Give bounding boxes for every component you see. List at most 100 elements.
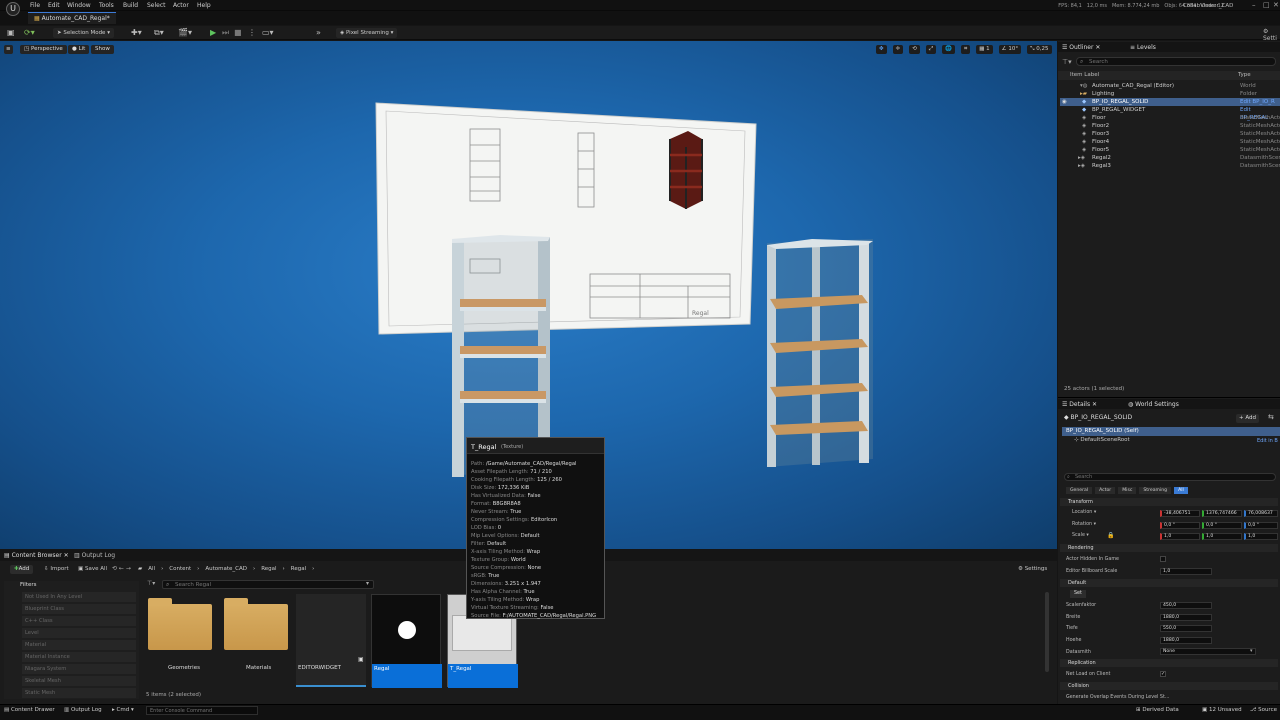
menu-help[interactable]: Help — [197, 2, 211, 9]
scale-tool-icon[interactable]: ⤢ — [925, 45, 937, 54]
filter-cpp-class[interactable]: C++ Class — [22, 616, 136, 626]
outliner-row-regal2[interactable]: ▸◈ Regal2 DatasmithScen — [1060, 154, 1280, 162]
details-tab[interactable]: ☰ Details ✕ — [1062, 401, 1097, 408]
selection-mode-dropdown[interactable]: ➤ Selection Mode ▾ — [53, 28, 114, 38]
pixel-streaming-dropdown[interactable]: ◈ Pixel Streaming ▾ — [336, 28, 398, 38]
filter-tab-general[interactable]: General — [1066, 487, 1093, 494]
outliner-row-floor3[interactable]: ◈ Floor3 StaticMeshActo — [1060, 130, 1280, 138]
cb-import-button[interactable]: ⇩ Import — [44, 566, 69, 572]
move-tool-icon[interactable]: ✛ — [892, 45, 904, 54]
surface-snap-icon[interactable]: ⌗ — [961, 45, 971, 54]
blueprint-icon[interactable]: ⧉▾ — [154, 28, 164, 38]
filter-tab-misc[interactable]: Misc — [1118, 487, 1137, 494]
add-component-button[interactable]: + Add — [1236, 414, 1260, 423]
location-dropdown[interactable]: Location ▾ — [1072, 510, 1096, 515]
asset-regal-mesh[interactable]: Regal — [371, 594, 442, 688]
cb-add-button[interactable]: ✚Add — [10, 565, 34, 574]
menu-file[interactable]: File — [30, 2, 40, 9]
collision-section[interactable]: Collision — [1060, 682, 1278, 690]
outliner-row-world[interactable]: ▾◍ Automate_CAD_Regal (Editor) World — [1060, 82, 1280, 90]
lock-icon[interactable]: 🔒 — [1107, 532, 1114, 539]
set-button[interactable]: Set — [1070, 590, 1086, 598]
filter-tab-actor[interactable]: Actor — [1095, 487, 1116, 494]
asset-geometries-folder[interactable]: Geometries — [146, 594, 216, 687]
output-log-tab[interactable]: ▥ Output Log — [74, 552, 115, 559]
asset-materials-folder[interactable]: Materials — [222, 594, 292, 687]
menu-select[interactable]: Select — [147, 2, 166, 9]
edit-in-blueprint-link[interactable]: Edit in B — [1257, 438, 1278, 444]
grid-snap-icon[interactable]: ▦ 1 — [976, 45, 993, 54]
platforms-icon[interactable]: ▭▾ — [262, 28, 274, 37]
history-icon[interactable]: ⟲ ← → — [112, 565, 131, 572]
net-load-checkbox[interactable]: ✓ — [1160, 671, 1166, 677]
angle-snap-button[interactable]: ∠ 10° — [998, 45, 1022, 54]
outliner-row-lighting[interactable]: ▸▰ Lighting Folder — [1060, 90, 1280, 98]
status-output-log-button[interactable]: ▥ Output Log — [64, 707, 102, 713]
outliner-search-input[interactable] — [1076, 57, 1276, 66]
rotation-dropdown[interactable]: Rotation ▾ — [1072, 522, 1096, 527]
filter-static-mesh[interactable]: Static Mesh — [22, 688, 136, 698]
unreal-logo-icon[interactable]: U — [6, 2, 20, 16]
hoehe-field[interactable]: 1880,0 — [1160, 637, 1212, 644]
outliner-row-bp-regal-widget[interactable]: ◆ BP_REGAL_WIDGET Edit BP_REGAL — [1060, 106, 1280, 121]
breadcrumb-regal-current[interactable]: Regal — [291, 566, 306, 572]
visibility-eye-icon[interactable]: ◉ — [1062, 98, 1067, 106]
derived-data-button[interactable]: ⊞ Derived Data — [1136, 707, 1179, 713]
rotation-x[interactable]: 0,0 ° — [1160, 522, 1200, 529]
maximize-icon[interactable]: □ — [1263, 1, 1270, 9]
scale-snap-button[interactable]: ⤡ 0,25 — [1027, 45, 1052, 54]
content-browser-tab[interactable]: ▤ Content Browser ✕ — [4, 552, 69, 559]
lit-button[interactable]: ● Lit — [68, 45, 90, 54]
filter-material-instance[interactable]: Material Instance — [22, 652, 136, 662]
stop-icon[interactable]: ■ — [234, 28, 242, 37]
scale-x[interactable]: 1,0 — [1160, 533, 1200, 540]
settings-icon[interactable]: ⚙ Setti — [1263, 28, 1280, 42]
add-content-icon[interactable]: ✚▾ — [131, 28, 142, 37]
minimize-icon[interactable]: – — [1252, 1, 1256, 9]
filter-tab-all[interactable]: All — [1174, 487, 1188, 494]
scale-dropdown[interactable]: Scale ▾ — [1072, 533, 1089, 538]
cb-search-input[interactable] — [162, 580, 374, 589]
cb-save-all-button[interactable]: ▣ Save All — [78, 566, 107, 572]
chevron-down-icon[interactable]: ▾ — [1250, 648, 1253, 654]
blueprint-options-icon[interactable]: ⇆ — [1268, 413, 1274, 421]
source-control-button[interactable]: ⎇ Source — [1250, 707, 1277, 713]
filter-icon[interactable]: ⊤▾ — [147, 580, 155, 587]
menu-tools[interactable]: Tools — [99, 2, 114, 9]
filter-level[interactable]: Level — [22, 628, 136, 638]
save-icon[interactable]: ▣ — [7, 28, 15, 37]
breadcrumb-regal[interactable]: Regal — [261, 566, 276, 572]
location-y[interactable]: 1376,747466 — [1202, 510, 1242, 517]
outliner-row-bp-io-regal-solid[interactable]: ◉ ◆ BP_IO_REGAL_SOLID Edit BP_IO_R — [1060, 98, 1280, 106]
cmd-dropdown[interactable]: ▸ Cmd ▾ — [112, 707, 134, 713]
filter-blueprint-class[interactable]: Blueprint Class — [22, 604, 136, 614]
filter-tab-streaming[interactable]: Streaming — [1139, 487, 1172, 494]
step-icon[interactable]: ⏭ — [222, 28, 229, 38]
filter-material[interactable]: Material — [22, 640, 136, 650]
default-section[interactable]: Default — [1060, 579, 1278, 587]
cb-scrollbar[interactable] — [1045, 592, 1049, 672]
show-button[interactable]: Show — [91, 45, 114, 54]
breadcrumb-content[interactable]: Content — [169, 566, 191, 572]
world-settings-tab[interactable]: ◍ World Settings — [1128, 401, 1179, 408]
outliner-row-floor5[interactable]: ◈ Floor5 StaticMeshActo — [1060, 146, 1280, 154]
play-options-icon[interactable]: ⋮ — [248, 28, 256, 37]
outliner-row-floor4[interactable]: ◈ Floor4 StaticMeshActo — [1060, 138, 1280, 146]
outliner-row-floor2[interactable]: ◈ Floor2 StaticMeshActo — [1060, 122, 1280, 130]
expand-toolbar-icon[interactable]: » — [316, 28, 321, 37]
source-control-icon[interactable]: ⟳▾ — [24, 28, 35, 37]
datasmith-dropdown[interactable]: None — [1160, 648, 1256, 655]
rotate-tool-icon[interactable]: ⟲ — [909, 45, 920, 54]
levels-tab[interactable]: ≡ Levels — [1130, 44, 1156, 51]
close-icon[interactable]: ✕ — [1273, 1, 1279, 9]
play-icon[interactable]: ▶ — [210, 28, 216, 37]
console-command-input[interactable] — [146, 706, 258, 715]
filter-niagara-system[interactable]: Niagara System — [22, 664, 136, 674]
outliner-item-type[interactable]: Edit BP_IO_R — [1240, 98, 1275, 106]
unsaved-button[interactable]: ▣ 12 Unsaved — [1202, 707, 1242, 713]
menu-build[interactable]: Build — [123, 2, 138, 9]
select-tool-icon[interactable]: ✥ — [876, 45, 887, 54]
viewport-menu-icon[interactable]: ≡ — [4, 45, 13, 54]
outliner-tab[interactable]: ☰ Outliner ✕ — [1062, 44, 1100, 51]
breadcrumb-automate-cad[interactable]: Automate_CAD — [205, 566, 247, 572]
